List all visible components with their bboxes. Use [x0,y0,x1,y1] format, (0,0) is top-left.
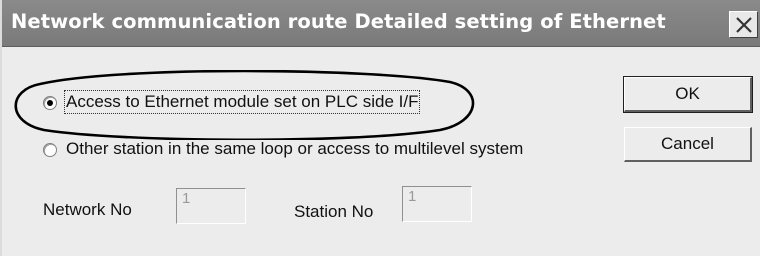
title-bar[interactable]: Network communication route Detailed set… [2,0,760,47]
option-other-station-label[interactable]: Other station in the same loop or access… [66,139,523,159]
close-button[interactable] [729,11,758,38]
cancel-button[interactable]: Cancel [624,127,752,162]
network-no-field: 1 [176,188,246,224]
radio-option-ethernet-module[interactable] [43,96,57,110]
network-no-label: Network No [43,200,132,219]
option-ethernet-module-label[interactable]: Access to Ethernet module set on PLC sid… [63,90,421,114]
ok-button[interactable]: OK [623,76,753,113]
station-no-label: Station No [294,202,374,221]
dialog-title: Network communication route Detailed set… [11,10,666,33]
dialog-window: Network communication route Detailed set… [0,0,760,256]
close-icon [736,17,752,33]
radio-option-other-station[interactable] [43,143,57,157]
radio-selected-dot [47,100,53,106]
station-no-field: 1 [402,186,472,222]
